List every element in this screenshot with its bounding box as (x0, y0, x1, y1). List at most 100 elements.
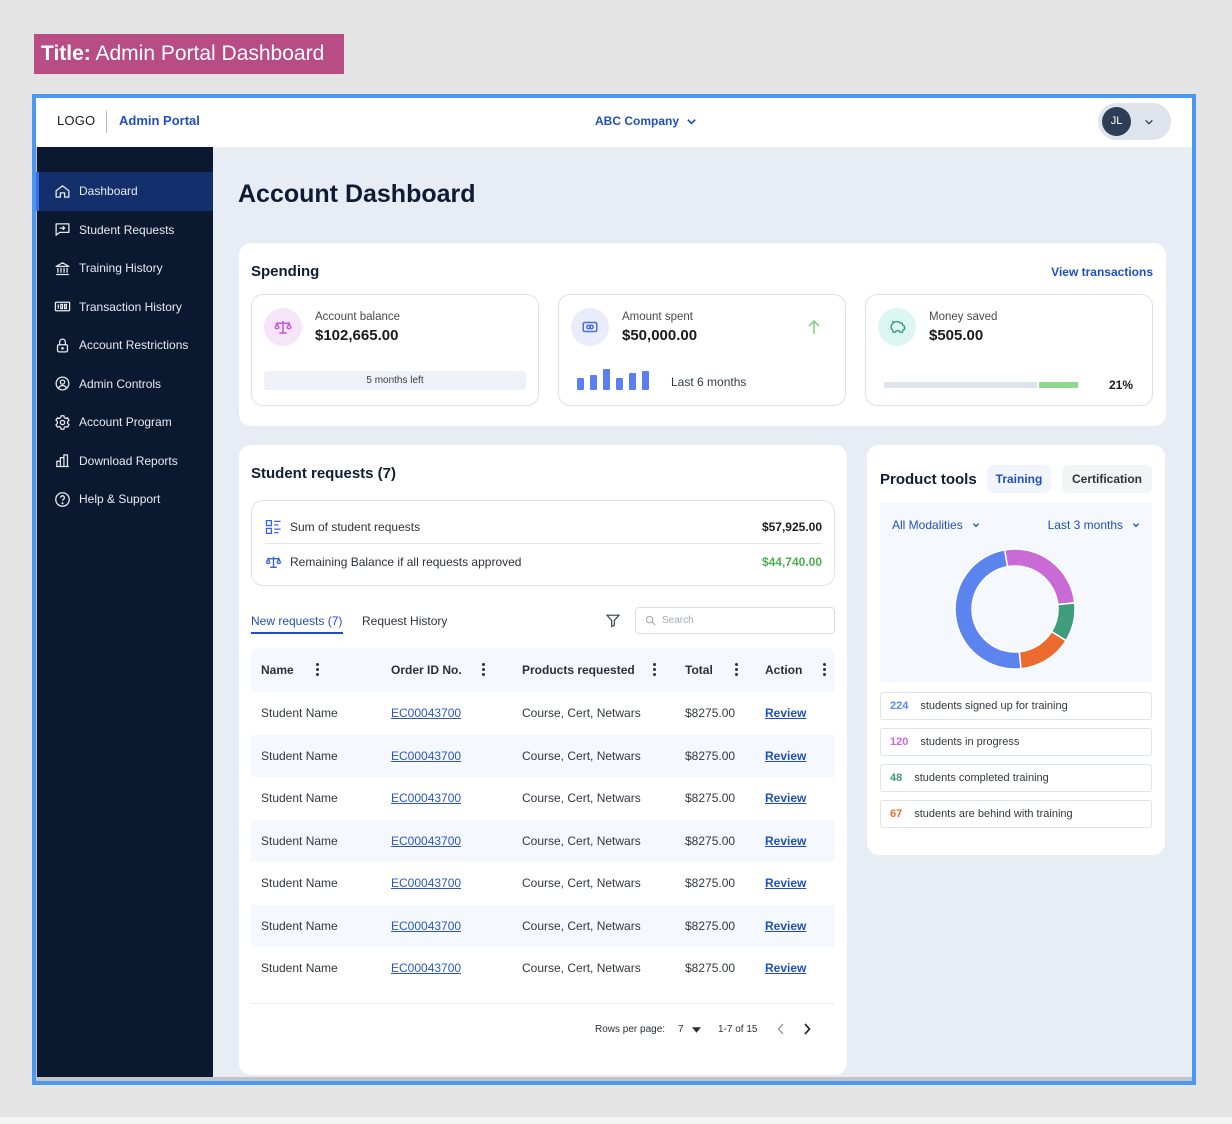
column-header-total[interactable]: Total (685, 663, 713, 677)
tab-request-history[interactable]: Request History (362, 614, 447, 628)
cell-products: Course, Cert, Netwars (522, 876, 641, 890)
sidebar-item-label: Student Requests (79, 222, 175, 237)
order-id-link[interactable]: EC00043700 (391, 876, 461, 890)
modality-dropdown[interactable]: All Modalities (892, 518, 980, 532)
account-balance-value: $102,665.00 (315, 327, 399, 344)
review-link[interactable]: Review (765, 749, 806, 763)
table-row: Student Name EC00043700 Course, Cert, Netw… (251, 947, 835, 990)
cell-total: $8275.00 (685, 706, 736, 720)
table-header-row: Name Order ID No. Products requested Total A… (251, 648, 835, 692)
review-link[interactable]: Review (765, 834, 806, 848)
requests-summary: Sum of student requests $57,925.00 Remai… (251, 500, 835, 586)
caret-down-icon (691, 1026, 701, 1033)
tab-certification[interactable]: Certification (1062, 465, 1152, 493)
title-text: Admin Portal Dashboard (95, 42, 325, 65)
column-header-products[interactable]: Products requested (522, 663, 635, 677)
cell-products: Course, Cert, Netwars (522, 833, 641, 848)
search-input[interactable] (662, 615, 812, 626)
cell-total: $8275.00 (685, 833, 736, 848)
sidebar-item-help-support[interactable]: Help & Support (36, 480, 213, 519)
kebab-menu-icon[interactable] (653, 663, 656, 678)
view-transactions-link[interactable]: View transactions (1051, 265, 1153, 279)
stat-row-behind: 67 students are behind with training (880, 800, 1152, 828)
column-header-order-id[interactable]: Order ID No. (391, 663, 462, 677)
savings-percent: 21% (1108, 378, 1133, 392)
active-tab-indicator (251, 632, 343, 634)
product-tools-title: Product tools (880, 471, 977, 488)
review-link[interactable]: Review (765, 919, 806, 933)
modality-value: All Modalities (892, 518, 963, 532)
review-link[interactable]: Review (765, 961, 806, 975)
order-id-link[interactable]: EC00043700 (391, 791, 461, 805)
search-box (635, 607, 835, 634)
order-id-link[interactable]: EC00043700 (391, 961, 461, 975)
column-header-name[interactable]: Name (261, 663, 294, 677)
cell-products: Course, Cert, Netwars (522, 961, 641, 975)
money-saved-label: Money saved (929, 311, 998, 323)
app-name[interactable]: Admin Portal (119, 113, 200, 128)
donut-segment-students-are-behind-with-training (1018, 630, 1068, 670)
kebab-menu-icon[interactable] (482, 663, 485, 678)
order-id-link[interactable]: EC00043700 (391, 834, 461, 848)
spend-bar (629, 373, 636, 390)
rows-per-page-value: 7 (678, 1024, 684, 1035)
column-header-action[interactable]: Action (765, 663, 802, 677)
review-link[interactable]: Review (765, 791, 806, 805)
rows-per-page-select[interactable]: 7 (678, 1024, 701, 1035)
sidebar-item-account-restrictions[interactable]: Account Restrictions (36, 326, 213, 365)
sidebar-item-dashboard[interactable]: Dashboard (36, 172, 213, 211)
kebab-menu-icon[interactable] (823, 663, 826, 678)
user-menu-button[interactable]: JL (1098, 103, 1171, 140)
kebab-menu-icon[interactable] (735, 663, 738, 678)
account-balance-card: Account balance $102,665.00 5 months lef… (251, 294, 539, 406)
prev-page-icon[interactable] (777, 1023, 785, 1035)
header-divider (106, 111, 107, 133)
review-link[interactable]: Review (765, 876, 806, 890)
account-balance-label: Account balance (315, 311, 401, 323)
chevron-down-icon (1132, 521, 1140, 529)
donut-segment-students-signed-up-for-training (954, 549, 1022, 670)
sidebar-item-student-requests[interactable]: Student Requests (36, 211, 213, 250)
table-row: Student Name EC00043700 Course, Cert, Netw… (251, 862, 835, 905)
sidebar-item-admin-controls[interactable]: Admin Controls (36, 365, 213, 404)
cell-products: Course, Cert, Netwars (522, 791, 641, 805)
sidebar-item-transaction-history[interactable]: Transaction History (36, 288, 213, 327)
order-id-link[interactable]: EC00043700 (391, 706, 461, 720)
training-chart-panel: All Modalities Last 3 months (880, 503, 1152, 682)
period-dropdown[interactable]: Last 3 months (1048, 518, 1140, 532)
table-row: Student Name EC00043700 Course, Cert, Netw… (251, 777, 835, 820)
company-selector[interactable]: ABC Company (595, 114, 697, 128)
rows-per-page-label: Rows per page: (595, 1024, 666, 1035)
help-circle-icon (54, 491, 71, 508)
sidebar-item-download-reports[interactable]: Download Reports (36, 442, 213, 481)
tab-new-requests[interactable]: New requests (7) (251, 614, 342, 628)
logo[interactable]: LOGO (57, 113, 95, 128)
period-value: Last 3 months (1047, 518, 1123, 532)
training-donut-chart (954, 548, 1076, 670)
cell-name: Student Name (261, 706, 338, 720)
donut-segment-students-in-progress (1003, 548, 1076, 606)
table-row: Student Name EC00043700 Course, Cert, Netw… (251, 819, 835, 862)
order-id-link[interactable]: EC00043700 (391, 749, 461, 763)
next-page-icon[interactable] (803, 1023, 811, 1035)
review-link[interactable]: Review (765, 706, 806, 720)
filter-icon[interactable] (605, 612, 621, 629)
sidebar-item-training-history[interactable]: Training History (36, 249, 213, 288)
product-tools-card: Product tools Training Certification All… (867, 445, 1165, 855)
table-row: Student Name EC00043700 Course, Cert, Netw… (251, 734, 835, 777)
search-icon (645, 615, 656, 626)
user-circle-icon (54, 375, 71, 392)
order-id-link[interactable]: EC00043700 (391, 919, 461, 933)
cell-total: $8275.00 (685, 791, 736, 805)
cell-name: Student Name (261, 961, 338, 975)
money-saved-value: $505.00 (929, 327, 984, 344)
cell-name: Student Name (261, 791, 338, 805)
requests-table: Name Order ID No. Products requested Total A… (251, 648, 835, 990)
sidebar-item-account-program[interactable]: Account Program (36, 403, 213, 442)
tab-training[interactable]: Training (987, 465, 1051, 493)
stat-value: 67 (890, 808, 903, 820)
sum-requests-value: $57,925.00 (761, 520, 822, 534)
sidebar-item-label: Account Program (79, 415, 172, 430)
sidebar-item-label: Download Reports (79, 453, 178, 468)
kebab-menu-icon[interactable] (316, 663, 319, 678)
